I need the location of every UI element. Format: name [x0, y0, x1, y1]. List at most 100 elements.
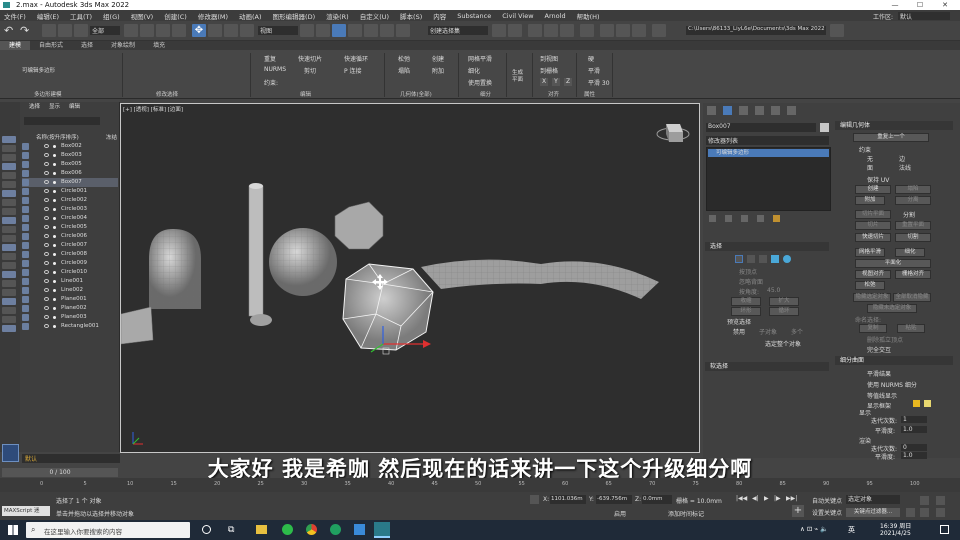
render-dot-icon[interactable] — [53, 226, 56, 229]
time-config-icon[interactable] — [906, 508, 915, 517]
render-dot-icon[interactable] — [53, 325, 56, 328]
add-time-tag[interactable]: 添加时间标记 — [668, 509, 704, 518]
slice-plane-button[interactable]: 切片平面 — [855, 210, 891, 219]
frame-slider[interactable]: 0 / 100 — [2, 468, 118, 477]
object-row-box006[interactable]: Box006 — [22, 169, 118, 178]
render-dot-icon[interactable] — [53, 172, 56, 175]
menu-item-13[interactable]: Substance — [457, 12, 491, 20]
preview-disabled-radio[interactable]: 禁用 — [733, 327, 745, 336]
goto-end-icon[interactable]: ▶▶| — [786, 495, 797, 502]
menu-item-6[interactable]: 修改器(M) — [198, 11, 228, 21]
select-move-icon[interactable]: ✥ — [192, 24, 206, 37]
visibility-eye-icon[interactable] — [44, 315, 49, 319]
visibility-eye-icon[interactable] — [44, 324, 49, 328]
by-vertex-checkbox[interactable]: 按顶点 — [739, 267, 757, 276]
smooth30-button[interactable]: 平滑 30 — [588, 78, 610, 87]
visibility-eye-icon[interactable] — [44, 198, 49, 202]
render-dot-icon[interactable] — [53, 235, 56, 238]
ring-button[interactable]: 环形 — [731, 307, 761, 316]
setkey-button[interactable]: 设置关键点 — [812, 508, 842, 517]
menu-item-3[interactable]: 组(G) — [103, 11, 120, 21]
polygon-mode-icon[interactable] — [771, 255, 779, 263]
capsule-object[interactable] — [149, 229, 201, 309]
edge-mode-icon[interactable] — [747, 255, 755, 263]
octagon-object[interactable] — [334, 201, 384, 250]
align-x-button[interactable]: X — [540, 78, 548, 86]
planarize-button[interactable]: 平面化 — [855, 259, 931, 268]
minimize-icon[interactable]: — — [885, 0, 905, 10]
keyboard-shortcut-icon[interactable] — [332, 24, 346, 37]
relax-button[interactable]: 松弛 — [855, 281, 885, 290]
workspace-select[interactable]: 默认 — [898, 12, 950, 21]
visibility-eye-icon[interactable] — [44, 180, 49, 184]
angle-snap-icon[interactable] — [364, 24, 378, 37]
schematic-view-icon[interactable] — [560, 24, 574, 37]
prev-frame-icon[interactable]: ◀| — [752, 495, 759, 502]
collapse-button[interactable]: 塌陷 — [398, 66, 410, 75]
preserve-uv-checkbox[interactable]: 保持 UV — [867, 175, 889, 184]
mirror-icon[interactable] — [492, 24, 506, 37]
create-tab-icon[interactable] — [707, 106, 716, 115]
zoom-icon[interactable] — [920, 496, 929, 505]
reset-plane-button[interactable]: 重置平面 — [895, 221, 931, 230]
explorer-filter-icon-13[interactable] — [2, 253, 16, 260]
menu-item-1[interactable]: 编辑(E) — [37, 11, 59, 21]
modifier-list-dropdown[interactable]: 修改器列表 — [706, 136, 829, 145]
tessellate-button[interactable]: 细化 — [468, 66, 480, 75]
loop-button[interactable]: 循环 — [769, 307, 799, 316]
render-iterations-spinner[interactable]: 0 — [901, 444, 927, 451]
wavy-plane-object[interactable] — [421, 259, 659, 299]
curved-plane-object[interactable] — [121, 306, 154, 345]
windows-start-icon[interactable] — [8, 525, 18, 535]
explorer-filter-icon-8[interactable] — [2, 208, 16, 215]
explorer-tab-display[interactable]: 显示 — [49, 102, 60, 112]
ribbon-tab-4[interactable]: 填充 — [144, 41, 174, 50]
autokey-button[interactable]: 自动关键点 — [812, 496, 842, 505]
render-dot-icon[interactable] — [53, 217, 56, 220]
use-nurms-checkbox[interactable]: 使用 NURMS 细分 — [867, 380, 917, 389]
explorer-filter-icon-14[interactable] — [2, 262, 16, 269]
generate-plane-button[interactable]: 生成 平面 — [512, 70, 523, 84]
explorer-filter-icon-19[interactable] — [2, 307, 16, 314]
explorer-filter-icon-21[interactable] — [2, 325, 16, 332]
paste-button[interactable]: 粘贴 — [897, 324, 925, 333]
object-row-box007[interactable]: Box007 — [22, 178, 118, 187]
shrink-button[interactable]: 收缩 — [731, 297, 761, 306]
stack-item-editable-poly[interactable]: 可编辑多边形 — [708, 149, 829, 157]
maxscript-listener[interactable]: MAXScript 迷 — [2, 506, 50, 516]
cylinder-object[interactable] — [248, 183, 272, 326]
app-green-icon[interactable] — [330, 524, 341, 535]
render-dot-icon[interactable] — [53, 199, 56, 202]
explorer-filter-icon-7[interactable] — [2, 199, 16, 206]
enable-toggle[interactable]: 启用 — [614, 509, 626, 518]
quickslice-button[interactable]: 快速切片 — [855, 233, 891, 242]
named-selection-set[interactable]: 创建选择集 — [428, 26, 488, 35]
project-path[interactable]: C:\Users\86133_LiyL6e\Documents\3ds Max … — [686, 26, 826, 35]
menu-item-15[interactable]: Arnold — [545, 12, 566, 20]
object-row-rectangle001[interactable]: Rectangle001 — [22, 322, 118, 331]
system-tray-icons[interactable]: ∧ ⊡ ⌁ 🔈 — [800, 525, 828, 533]
object-row-circle006[interactable]: Circle006 — [22, 232, 118, 241]
play-icon[interactable]: ▶ — [764, 495, 769, 502]
view-align-button[interactable]: 视图对齐 — [855, 270, 891, 279]
sphere-object[interactable] — [269, 228, 337, 296]
render-dot-icon[interactable] — [53, 289, 56, 292]
menu-item-0[interactable]: 文件(F) — [4, 11, 26, 21]
file-explorer-icon[interactable] — [256, 525, 267, 534]
explorer-filter-input[interactable] — [24, 117, 100, 125]
visibility-eye-icon[interactable] — [44, 207, 49, 211]
object-row-plane002[interactable]: Plane002 — [22, 304, 118, 313]
visibility-eye-icon[interactable] — [44, 270, 49, 274]
delete-isolated-checkbox[interactable]: 删除孤立顶点 — [867, 335, 903, 344]
render-dot-icon[interactable] — [53, 271, 56, 274]
angle-spinner[interactable]: 45.0 — [767, 287, 780, 294]
explorer-filter-icon-6[interactable] — [2, 190, 16, 197]
visibility-eye-icon[interactable] — [44, 279, 49, 283]
curve-editor-icon[interactable] — [544, 24, 558, 37]
menu-item-11[interactable]: 脚本(S) — [400, 11, 422, 21]
pin-stack-icon[interactable] — [709, 215, 716, 222]
object-row-circle002[interactable]: Circle002 — [22, 196, 118, 205]
ribbon-tab-0[interactable]: 建模 — [0, 41, 31, 50]
menu-item-12[interactable]: 内容 — [433, 11, 446, 21]
render-dot-icon[interactable] — [53, 208, 56, 211]
